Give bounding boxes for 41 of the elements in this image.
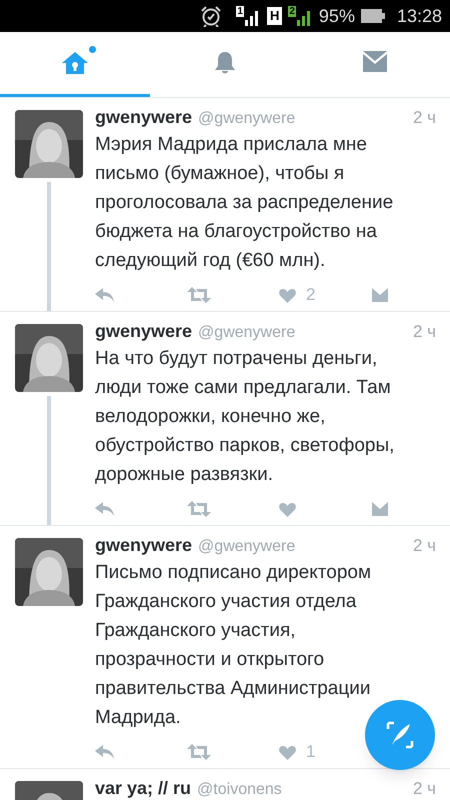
timestamp: 2 ч [412,107,436,129]
heart-icon [279,502,296,516]
timestamp: 2 ч [412,535,436,557]
reply-icon [95,502,115,516]
envelope-icon [371,501,389,517]
username: @toivonens [197,780,282,800]
reply-icon [95,288,115,302]
retweet-icon [187,501,211,517]
tweet-text: Мэрия Мадрида прислала мне письмо (бумажное), чтобы я проголосовала за распределение бюджета на благоустройство на следующий год (€60 млн). [95,133,394,273]
feather-icon [386,721,414,749]
retweet-icon [187,287,211,303]
network-type: H [266,7,282,25]
sim-label: 2 [288,6,296,17]
like-button[interactable]: 2 [279,283,319,307]
retweet-icon [187,744,211,760]
like-count: 1 [306,741,316,764]
timestamp: 2 ч [412,778,436,800]
username: @gwenywere [198,323,296,343]
username: @gwenywere [198,109,296,129]
display-name: gwenywere [95,534,192,557]
envelope-icon [371,287,389,303]
display-name: gwenywere [95,320,192,343]
tweet-text: Письмо подписано директором Гражданского участия отдела Гражданского участия, прозрачности и открытого правительства Администрации Мадрида. [95,561,372,730]
tweet-text: На что будут потрачены деньги, люди тоже сами предлагали. Там велодорожки, конечно же, обустройство парков, светофоры, дорожные развязки. [95,347,396,487]
like-count: 2 [306,284,316,306]
clock: 13:28 [396,4,442,28]
envelope-icon [361,51,389,75]
display-name: gwenywere [95,106,192,129]
alarm-icon [200,5,222,27]
battery-percent: 95% [318,4,355,28]
sim-label: 1 [236,6,244,17]
heart-icon [279,744,296,760]
username: @gwenywere [198,537,296,557]
home-icon [60,50,90,76]
heart-icon [279,288,296,302]
like-button[interactable]: 1 [279,740,319,764]
bell-icon [212,50,238,76]
battery-icon [360,8,385,24]
display-name: var ya; // ru [95,777,192,800]
timestamp: 2 ч [412,321,436,343]
reply-icon [95,745,115,759]
